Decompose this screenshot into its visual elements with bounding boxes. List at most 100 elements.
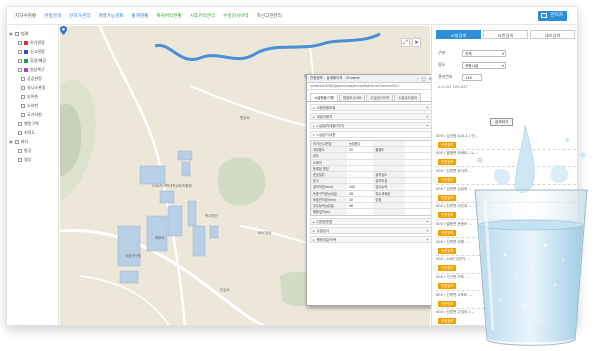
section-header[interactable]: ▸ 지정표준법 + <box>310 218 432 226</box>
layer-item[interactable]: 농어촌 <box>9 92 56 101</box>
section-header[interactable]: ▸ 사용현황조회 + <box>310 104 432 111</box>
grid-value: 46 <box>349 203 354 208</box>
layer-checkbox[interactable] <box>18 157 22 162</box>
layer-checkbox[interactable] <box>18 40 22 45</box>
layer-checkbox[interactable] <box>18 121 22 126</box>
map-label-kbc: KBC방송 <box>258 231 272 235</box>
related-info-button[interactable]: 관련정보 <box>438 318 457 325</box>
building-group <box>117 150 219 284</box>
related-info-button[interactable]: 관련정보 <box>438 176 457 183</box>
layer-item[interactable]: 항공 <box>9 146 56 155</box>
related-info-button[interactable]: 관련정보 <box>438 300 457 307</box>
section-label: 지정표준법 <box>316 220 333 225</box>
well-marker-icon[interactable] <box>60 26 67 35</box>
plus-icon[interactable]: + <box>426 105 429 110</box>
grid-key: 굴착직경(mm) <box>311 184 347 190</box>
layer-checkbox[interactable] <box>18 58 22 63</box>
nav-item[interactable]: 인허가관리 <box>69 13 90 19</box>
minimize-icon[interactable]: – <box>417 76 419 81</box>
plus-icon[interactable]: + <box>426 114 429 119</box>
layer-checkbox[interactable] <box>15 31 19 36</box>
form-select[interactable]: 포함시설 <box>462 61 506 69</box>
splash-drop <box>477 157 483 163</box>
nav-item[interactable]: 개발가능검토 <box>98 13 123 19</box>
form-select[interactable]: 전체 <box>462 49 506 57</box>
fullscreen-tool-icon[interactable]: ⤢ <box>401 38 410 47</box>
expand-arrow-icon: ▸ <box>313 105 315 110</box>
popup-tabs: 시설현황/기록 정밀조사/DB 수질검사이력 수질검사결과 <box>307 90 435 102</box>
layer-item[interactable]: 국가하천 <box>9 110 56 119</box>
expand-icon[interactable]: ▣ <box>9 139 13 144</box>
section-header[interactable]: ▾ 시설공기내용 <box>310 131 432 138</box>
layer-item[interactable]: 지적도 <box>9 128 56 137</box>
plus-icon[interactable]: + <box>426 123 429 128</box>
related-info-button[interactable]: 관련정보 <box>438 159 457 166</box>
maximize-icon[interactable]: □ <box>422 76 426 81</box>
plus-icon[interactable]: + <box>426 237 429 242</box>
layer-checkbox[interactable] <box>18 130 22 135</box>
nav-item[interactable]: 지하수현황 <box>15 13 36 19</box>
section-header[interactable]: ▸ 개발이용자 + <box>310 113 432 120</box>
layer-item[interactable]: ▣ 바다 <box>9 137 56 146</box>
popup-tab[interactable]: 수질검사이력 <box>366 93 394 101</box>
related-info-button[interactable]: 관련정보 <box>438 194 457 201</box>
layer-checkbox[interactable] <box>21 103 25 108</box>
nav-item[interactable]: 통계현황 <box>132 13 149 19</box>
plus-icon[interactable]: + <box>426 228 429 233</box>
locate-tool-icon[interactable]: ➤ <box>412 38 421 47</box>
form-input[interactable]: 130 <box>462 73 482 81</box>
related-info-button[interactable]: 관련정보 <box>438 141 457 148</box>
related-info-button[interactable]: 관련정보 <box>438 265 457 272</box>
layer-label: 지적도 <box>24 129 36 135</box>
nav-item[interactable]: 관정검색 <box>44 13 61 19</box>
popup-tab[interactable]: 수질검사결과 <box>394 93 421 101</box>
search-tab[interactable]: 세부검색 <box>530 30 575 39</box>
popup-address-bar[interactable]: localhost:8080/gosan/map/amnsoftpInfo.do… <box>307 83 435 90</box>
layer-label: 신고관정 <box>30 48 45 54</box>
layer-checkbox[interactable] <box>18 148 22 153</box>
search-tab[interactable]: 시설검색 <box>436 30 481 39</box>
layer-checkbox[interactable] <box>21 85 25 90</box>
glass-water <box>479 221 583 343</box>
related-info-button[interactable]: 관련정보 <box>438 212 457 219</box>
layer-item[interactable]: 영상 <box>9 155 56 164</box>
layer-item[interactable]: 유니스관정 <box>9 83 56 92</box>
layer-item[interactable]: 행정구역 <box>9 119 56 128</box>
top-nav: 지하수현황 관정검색 인허가관리 개발가능검토 통계현황 복귀위탁현황 사후관리관리 수질검사… <box>7 7 577 25</box>
section-header[interactable]: ▸ 시설설치내용(허가) + <box>310 122 432 129</box>
admin-button[interactable]: 관리자 <box>538 11 567 21</box>
related-info-button[interactable]: 관련정보 <box>438 229 457 236</box>
main-menu: 지하수현황 관정검색 인허가관리 개발가능검토 통계현황 복귀위탁현황 사후관리관리 수질검사… <box>15 13 282 19</box>
layer-item[interactable]: 허가관정 <box>9 38 56 47</box>
layer-item[interactable]: 원상복구 <box>9 65 56 74</box>
expand-arrow-icon: ▸ <box>313 114 315 119</box>
layer-checkbox[interactable] <box>15 139 19 144</box>
plus-icon[interactable]: + <box>426 219 429 224</box>
search-tab[interactable]: 지번검색 <box>483 30 528 39</box>
layer-item[interactable]: 휴정/폐공 <box>9 56 56 65</box>
layer-label: 휴정/폐공 <box>30 57 47 63</box>
popup-tab[interactable]: 정밀조사/DB <box>338 93 366 101</box>
layer-checkbox[interactable] <box>21 94 25 99</box>
layer-item[interactable]: 신고관정 <box>9 47 56 56</box>
nav-item[interactable]: 수질검사이력 <box>223 13 248 19</box>
nav-item[interactable]: 하선고관관리 <box>257 13 282 19</box>
expand-icon[interactable]: ▣ <box>9 31 13 36</box>
layer-tree: ▣ 범례 허가관정 신고관정휴정/폐공원상복구 공공관정 유니스관정 농어촌 소하천 국가하천 행… <box>7 26 59 325</box>
layer-item[interactable]: 공공관정 <box>9 74 56 83</box>
related-info-button[interactable]: 관련정보 <box>438 247 457 254</box>
section-header[interactable]: ▸ 행정처분/이력 + <box>310 236 432 244</box>
layer-checkbox[interactable] <box>18 49 22 54</box>
section-header[interactable]: ▸ 수질검사 + <box>310 227 432 235</box>
layer-item[interactable]: ▣ 범례 <box>9 29 56 38</box>
nav-item[interactable]: 사후관리관리 <box>190 13 215 19</box>
related-info-button[interactable]: 관련정보 <box>438 283 457 289</box>
layer-item[interactable]: 소하천 <box>9 101 56 110</box>
layer-checkbox[interactable] <box>21 112 25 117</box>
layer-checkbox[interactable] <box>18 67 22 72</box>
grid-key: 세부용도 <box>311 147 347 153</box>
layer-checkbox[interactable] <box>21 76 25 81</box>
nav-item[interactable]: 복귀위탁현황 <box>156 13 181 19</box>
popup-tab[interactable]: 시설현황/기록 <box>310 93 338 101</box>
layer-label: 영상 <box>24 156 32 162</box>
